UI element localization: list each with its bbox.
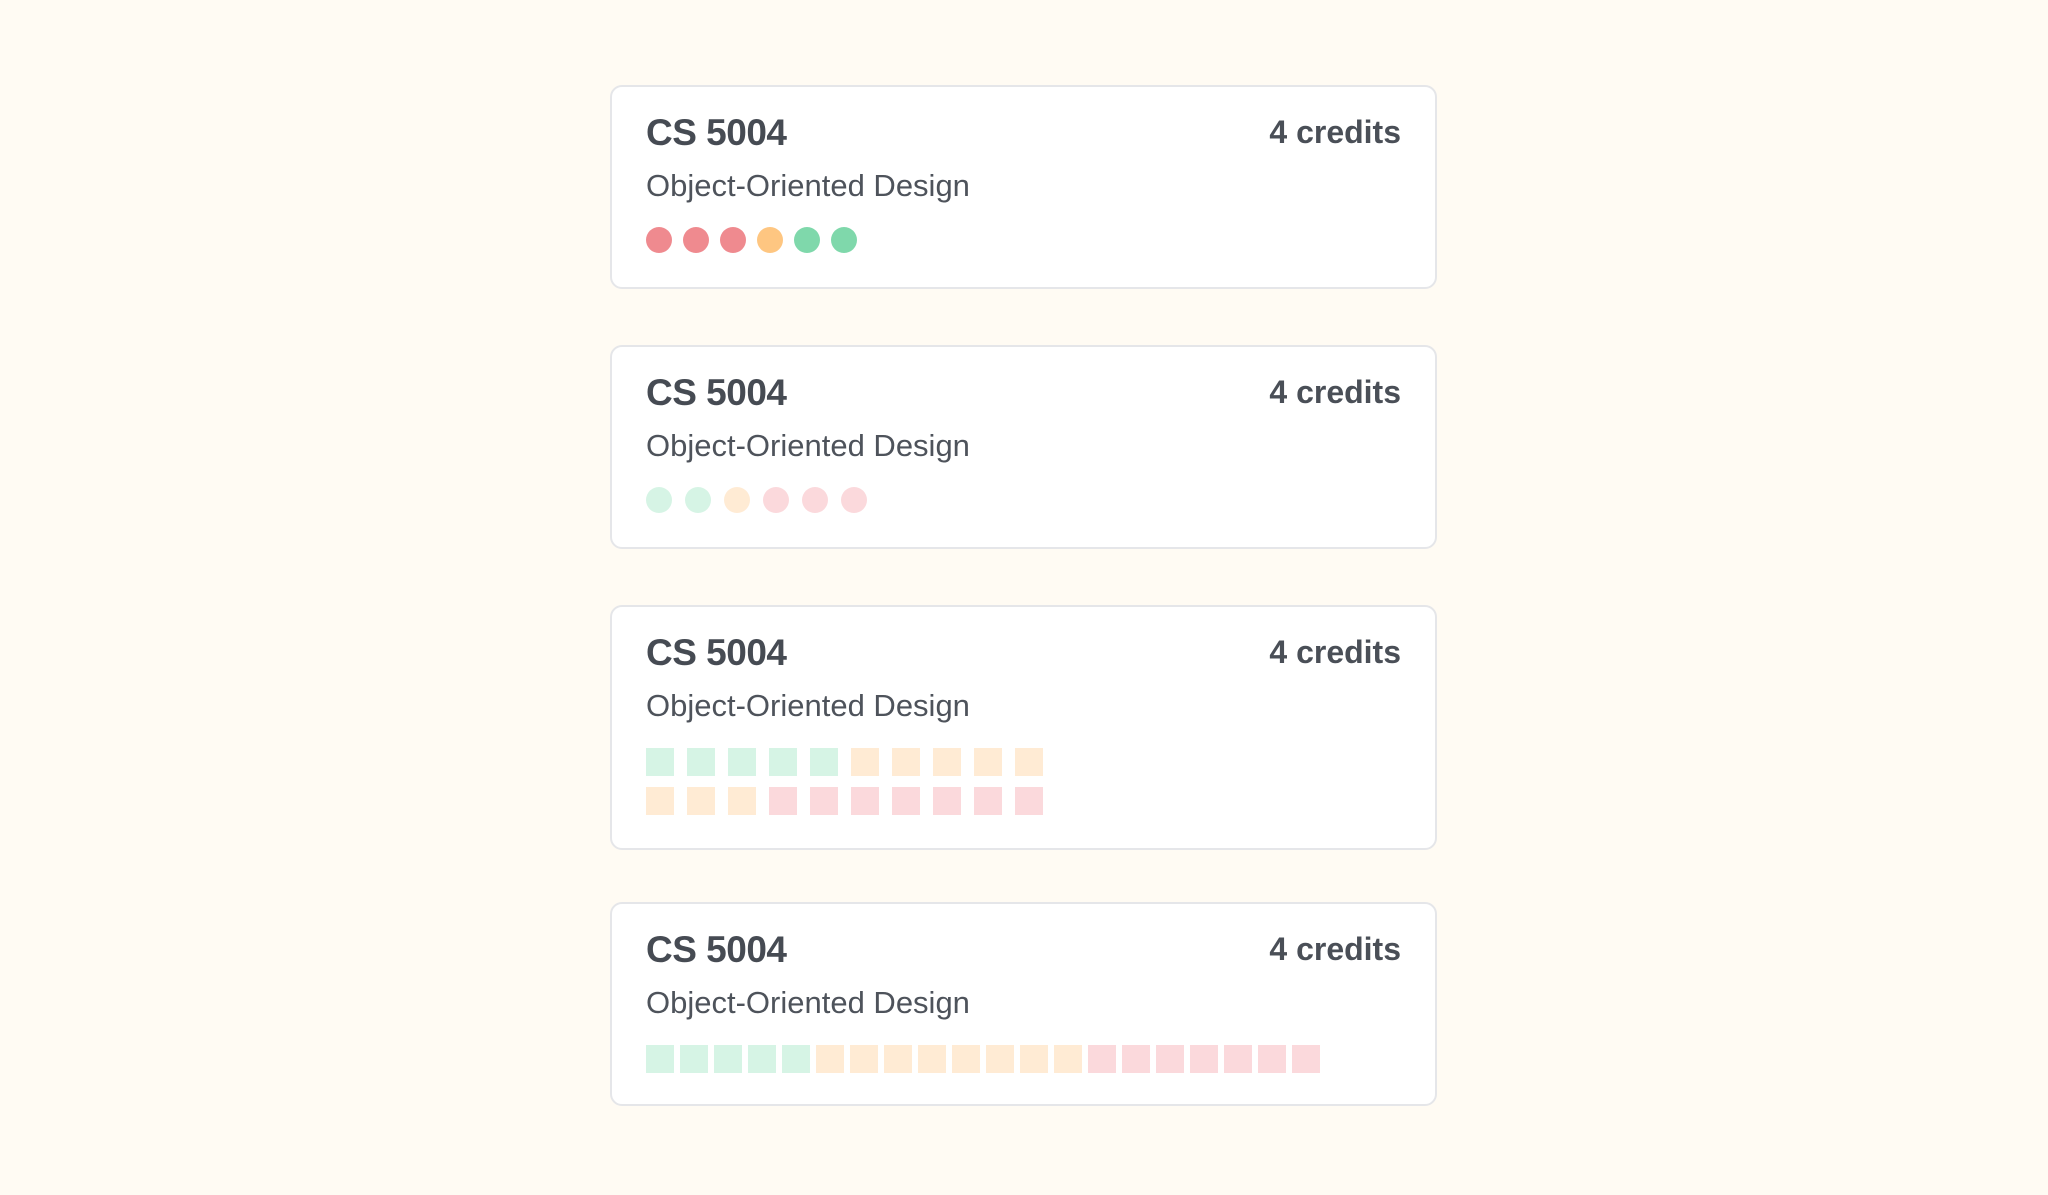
rating-dot-negative (841, 487, 867, 513)
rating-dots (646, 487, 867, 513)
rating-square-negative (1224, 1045, 1252, 1073)
rating-square-neutral (986, 1045, 1014, 1073)
rating-square-neutral (892, 748, 920, 776)
rating-squares-row-2 (646, 787, 1043, 815)
rating-square-neutral (646, 787, 674, 815)
rating-square-neutral (816, 1045, 844, 1073)
course-card[interactable]: CS 5004 4 credits Object-Oriented Design (610, 85, 1437, 289)
course-name: Object-Oriented Design (646, 428, 970, 463)
course-card[interactable]: CS 5004 4 credits Object-Oriented Design (610, 605, 1437, 850)
rating-dot-neutral (757, 227, 783, 253)
rating-square-neutral (687, 787, 715, 815)
rating-square-negative (1190, 1045, 1218, 1073)
course-code: CS 5004 (646, 929, 787, 970)
rating-square-negative (933, 787, 961, 815)
rating-square-positive (646, 1045, 674, 1073)
course-code: CS 5004 (646, 112, 787, 153)
rating-square-positive (748, 1045, 776, 1073)
rating-square-neutral (851, 748, 879, 776)
rating-square-positive (687, 748, 715, 776)
rating-squares-strip (646, 1045, 1320, 1073)
rating-dot-positive (794, 227, 820, 253)
rating-dot-negative (683, 227, 709, 253)
rating-square-positive (782, 1045, 810, 1073)
course-card[interactable]: CS 5004 4 credits Object-Oriented Design (610, 902, 1437, 1106)
rating-dot-positive (646, 487, 672, 513)
rating-dots (646, 227, 857, 253)
course-code: CS 5004 (646, 632, 787, 673)
rating-square-positive (728, 748, 756, 776)
rating-square-negative (1088, 1045, 1116, 1073)
rating-dot-negative (720, 227, 746, 253)
rating-square-neutral (1015, 748, 1043, 776)
rating-dot-negative (763, 487, 789, 513)
rating-square-positive (714, 1045, 742, 1073)
course-card[interactable]: CS 5004 4 credits Object-Oriented Design (610, 345, 1437, 549)
rating-dot-neutral (724, 487, 750, 513)
course-credits: 4 credits (1269, 374, 1401, 410)
course-name: Object-Oriented Design (646, 985, 970, 1020)
rating-square-negative (1015, 787, 1043, 815)
rating-square-neutral (952, 1045, 980, 1073)
rating-dot-negative (802, 487, 828, 513)
rating-square-neutral (884, 1045, 912, 1073)
course-name: Object-Oriented Design (646, 688, 970, 723)
rating-dot-negative (646, 227, 672, 253)
rating-square-neutral (933, 748, 961, 776)
rating-dot-positive (685, 487, 711, 513)
course-name: Object-Oriented Design (646, 168, 970, 203)
rating-square-negative (810, 787, 838, 815)
rating-square-negative (1292, 1045, 1320, 1073)
course-code: CS 5004 (646, 372, 787, 413)
course-credits: 4 credits (1269, 114, 1401, 150)
rating-square-positive (680, 1045, 708, 1073)
rating-square-neutral (850, 1045, 878, 1073)
course-credits: 4 credits (1269, 634, 1401, 670)
rating-square-negative (1122, 1045, 1150, 1073)
rating-square-neutral (974, 748, 1002, 776)
rating-square-neutral (1020, 1045, 1048, 1073)
rating-square-negative (769, 787, 797, 815)
rating-squares-row-1 (646, 748, 1043, 776)
rating-square-positive (810, 748, 838, 776)
rating-square-neutral (918, 1045, 946, 1073)
rating-square-negative (851, 787, 879, 815)
rating-square-negative (1156, 1045, 1184, 1073)
rating-square-negative (974, 787, 1002, 815)
rating-square-neutral (1054, 1045, 1082, 1073)
rating-square-positive (646, 748, 674, 776)
rating-dot-positive (831, 227, 857, 253)
rating-square-neutral (728, 787, 756, 815)
rating-square-negative (1258, 1045, 1286, 1073)
rating-square-positive (769, 748, 797, 776)
rating-square-negative (892, 787, 920, 815)
course-credits: 4 credits (1269, 931, 1401, 967)
